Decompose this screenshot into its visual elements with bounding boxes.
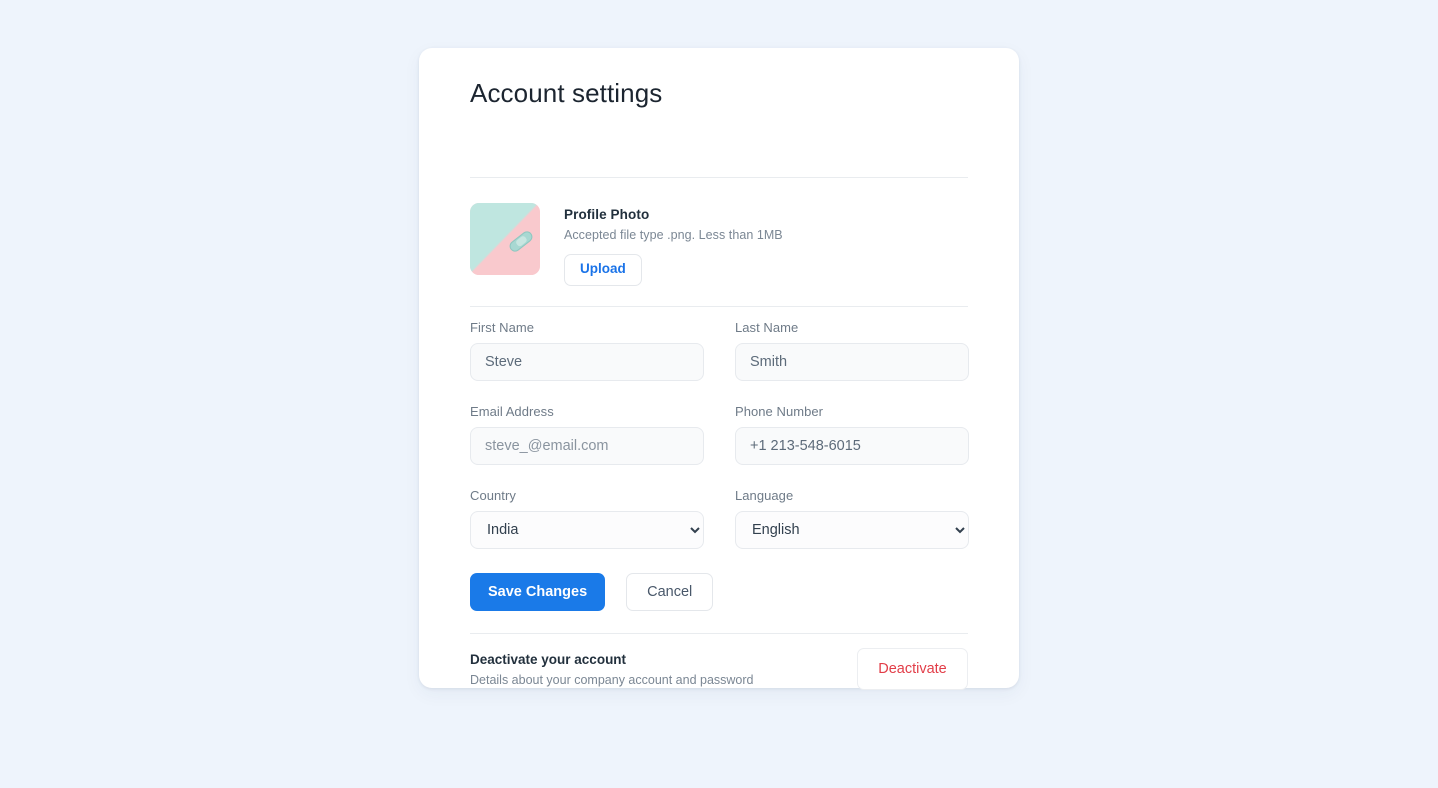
profile-photo-title: Profile Photo	[564, 207, 650, 222]
field-phone: Phone Number	[735, 404, 969, 465]
form-row-contact: Email Address Phone Number	[470, 404, 969, 465]
page-root: Account settings Profile Photo Accepted …	[0, 0, 1438, 788]
language-label: Language	[735, 488, 794, 503]
divider-bottom	[470, 633, 968, 634]
last-name-input[interactable]	[735, 343, 969, 381]
divider-middle	[470, 306, 968, 307]
country-label: Country	[470, 488, 516, 503]
cancel-button[interactable]: Cancel	[626, 573, 714, 611]
email-input[interactable]	[470, 427, 704, 465]
field-last-name: Last Name	[735, 320, 969, 381]
country-select[interactable]: India	[470, 511, 704, 549]
form-actions: Save Changes Cancel	[470, 573, 968, 611]
divider-top	[470, 177, 968, 178]
card-content: Account settings Profile Photo Accepted …	[470, 48, 969, 690]
field-email: Email Address	[470, 404, 704, 465]
save-changes-button[interactable]: Save Changes	[470, 573, 606, 611]
phone-label: Phone Number	[735, 404, 824, 419]
first-name-label: First Name	[470, 320, 535, 335]
account-settings-card: Account settings Profile Photo Accepted …	[419, 48, 1019, 690]
deactivate-text: Deactivate your account Details about yo…	[470, 652, 754, 687]
first-name-input[interactable]	[470, 343, 704, 381]
field-language: Language English	[735, 488, 969, 549]
form-row-name: First Name Last Name	[470, 320, 969, 381]
page-title: Account settings	[470, 78, 663, 108]
deactivate-title: Deactivate your account	[470, 651, 627, 667]
last-name-label: Last Name	[735, 320, 799, 335]
profile-photo-thumbnail[interactable]	[470, 203, 540, 275]
deactivate-description: Details about your company account and p…	[470, 672, 754, 687]
deactivate-section: Deactivate your account Details about yo…	[470, 648, 968, 690]
email-label: Email Address	[470, 404, 554, 419]
upload-button[interactable]: Upload	[564, 254, 642, 286]
field-country: Country India	[470, 488, 704, 549]
field-first-name: First Name	[470, 320, 704, 381]
form-row-locale: Country India Language English	[470, 488, 969, 549]
account-form: First Name Last Name Email Address Phone	[470, 320, 969, 611]
profile-photo-description: Accepted file type .png. Less than 1MB	[564, 228, 783, 242]
phone-input[interactable]	[735, 427, 969, 465]
language-select[interactable]: English	[735, 511, 969, 549]
profile-photo-info: Profile Photo Accepted file type .png. L…	[564, 207, 968, 286]
deactivate-button[interactable]: Deactivate	[857, 648, 968, 690]
